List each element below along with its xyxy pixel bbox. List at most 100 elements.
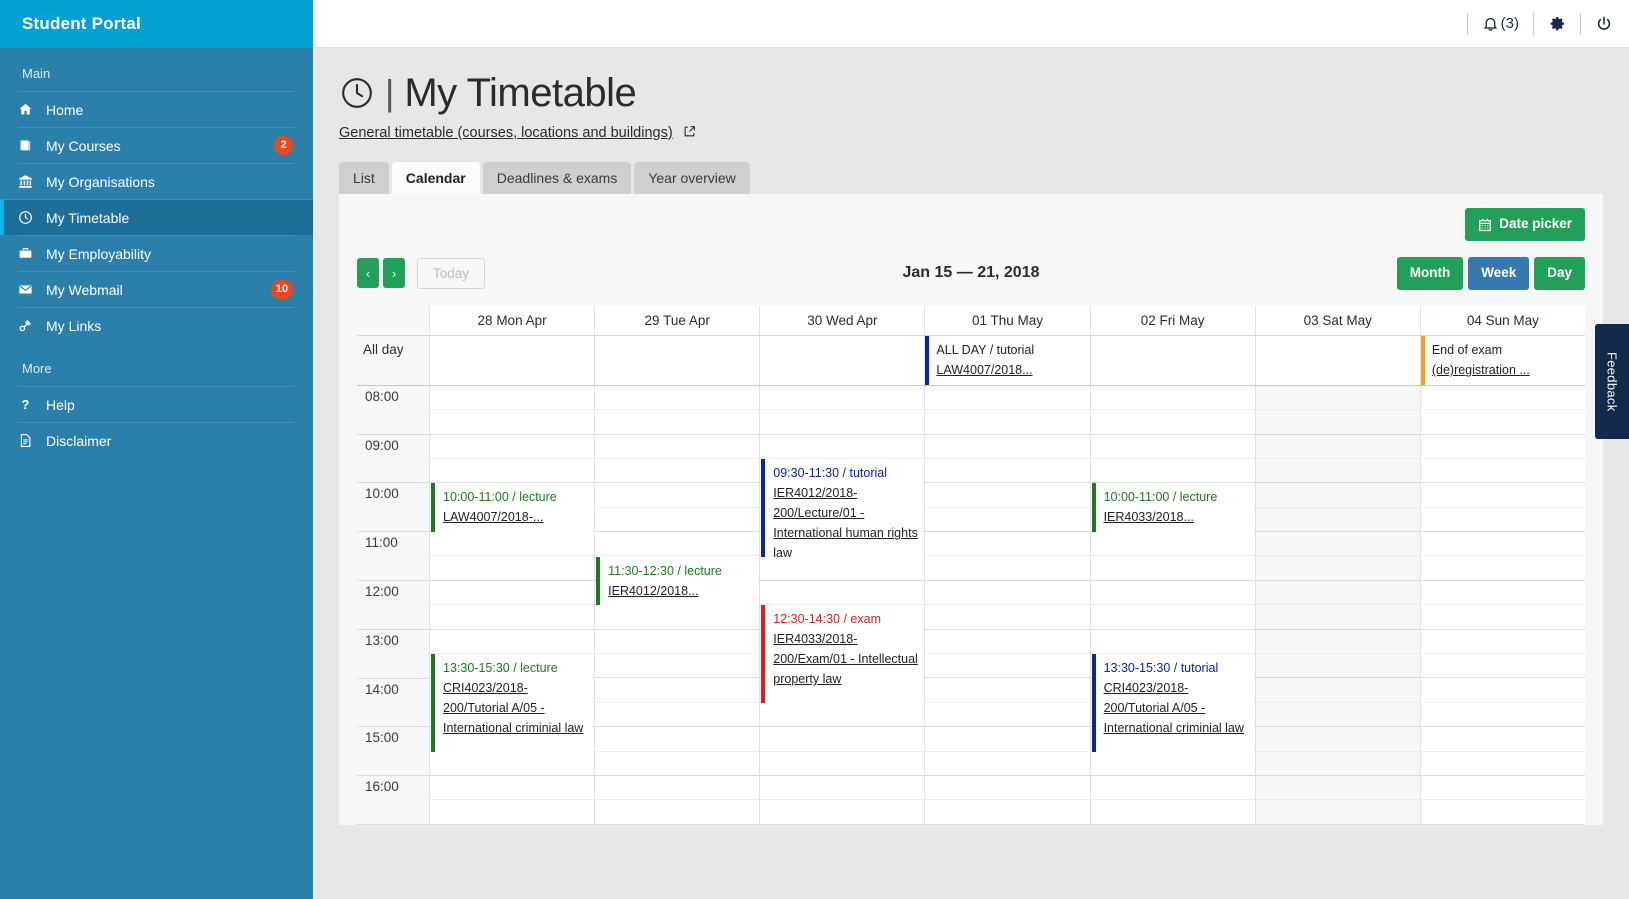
time-slot[interactable]	[925, 630, 1089, 654]
time-slot[interactable]	[1421, 410, 1585, 434]
time-slot[interactable]	[1091, 581, 1255, 605]
time-slot[interactable]	[1421, 630, 1585, 654]
tab-deadlines-exams[interactable]: Deadlines & exams	[483, 162, 632, 194]
all-day-cell[interactable]	[429, 336, 594, 385]
today-button[interactable]: Today	[417, 258, 485, 289]
time-slot[interactable]	[595, 630, 759, 654]
time-slot[interactable]	[430, 630, 594, 654]
time-slot[interactable]	[1421, 605, 1585, 629]
day-column[interactable]: 10:00-11:00 / lectureIER4033/2018... 13:3…	[1090, 386, 1255, 825]
time-slot[interactable]	[925, 654, 1089, 678]
time-slot[interactable]	[1091, 605, 1255, 629]
all-day-cell[interactable]	[1255, 336, 1420, 385]
next-week-button[interactable]: ›	[383, 258, 405, 288]
time-slot[interactable]	[595, 508, 759, 532]
time-slot[interactable]	[925, 703, 1089, 727]
time-slot[interactable]	[430, 410, 594, 434]
time-slot[interactable]	[1256, 483, 1420, 507]
time-slot[interactable]	[430, 752, 594, 776]
time-slot[interactable]	[925, 459, 1089, 483]
time-slot[interactable]	[925, 532, 1089, 556]
time-slot[interactable]	[595, 678, 759, 702]
time-slot[interactable]	[925, 605, 1089, 629]
time-slot[interactable]	[925, 800, 1089, 824]
time-slot[interactable]	[430, 776, 594, 800]
calendar-event[interactable]: 11:30-12:30 / lectureIER4012/2018...	[596, 557, 758, 606]
sidebar-item-help[interactable]: ?Help	[18, 386, 295, 422]
time-slot[interactable]	[760, 386, 924, 410]
calendar-event[interactable]: 10:00-11:00 / lectureLAW4007/2018-...	[431, 483, 593, 532]
time-slot[interactable]	[925, 581, 1089, 605]
day-column[interactable]: 10:00-11:00 / lectureLAW4007/2018-... 13:…	[429, 386, 594, 825]
time-slot[interactable]	[1421, 703, 1585, 727]
all-day-event[interactable]: ALL DAY / tutorialLAW4007/2018...	[925, 336, 1089, 385]
view-button-week[interactable]: Week	[1468, 257, 1529, 290]
calendar-event[interactable]: 13:30-15:30 / tutorialCRI4023/2018-200/T…	[1092, 654, 1254, 752]
time-slot[interactable]	[1421, 556, 1585, 580]
sidebar-item-my-employability[interactable]: My Employability	[18, 235, 295, 271]
time-slot[interactable]	[1091, 630, 1255, 654]
calendar-event[interactable]: 12:30-14:30 / examIER4033/2018-200/Exam/…	[761, 605, 923, 703]
time-slot[interactable]	[595, 654, 759, 678]
time-slot[interactable]	[760, 800, 924, 824]
time-slot[interactable]	[1256, 508, 1420, 532]
time-slot[interactable]	[1421, 508, 1585, 532]
time-slot[interactable]	[595, 435, 759, 459]
day-column[interactable]	[1420, 386, 1585, 825]
time-slot[interactable]	[430, 605, 594, 629]
time-slot[interactable]	[1256, 727, 1420, 751]
time-slot[interactable]	[1256, 581, 1420, 605]
time-slot[interactable]	[1091, 776, 1255, 800]
time-slot[interactable]	[1421, 654, 1585, 678]
time-slot[interactable]	[595, 776, 759, 800]
all-day-event[interactable]: End of exam(de)registration ...	[1421, 336, 1585, 385]
time-slot[interactable]	[430, 800, 594, 824]
time-slot[interactable]	[925, 776, 1089, 800]
time-slot[interactable]	[595, 459, 759, 483]
time-slot[interactable]	[1421, 459, 1585, 483]
time-slot[interactable]	[595, 386, 759, 410]
calendar-event[interactable]: 09:30-11:30 / tutorialIER4012/2018-200/L…	[761, 459, 923, 557]
time-slot[interactable]	[1421, 386, 1585, 410]
calendar-event[interactable]: 10:00-11:00 / lectureIER4033/2018...	[1092, 483, 1254, 532]
calendar-event[interactable]: 13:30-15:30 / lectureCRI4023/2018-200/Tu…	[431, 654, 593, 752]
time-slot[interactable]	[925, 752, 1089, 776]
day-column[interactable]: 09:30-11:30 / tutorialIER4012/2018-200/L…	[759, 386, 924, 825]
time-slot[interactable]	[1256, 800, 1420, 824]
time-slot[interactable]	[1421, 752, 1585, 776]
time-slot[interactable]	[760, 703, 924, 727]
time-slot[interactable]	[1421, 800, 1585, 824]
time-slot[interactable]	[925, 556, 1089, 580]
all-day-cell[interactable]	[759, 336, 924, 385]
time-slot[interactable]	[760, 776, 924, 800]
time-slot[interactable]	[1256, 410, 1420, 434]
time-slot[interactable]	[760, 581, 924, 605]
day-column[interactable]	[924, 386, 1089, 825]
time-slot[interactable]	[430, 581, 594, 605]
time-slot[interactable]	[1256, 752, 1420, 776]
time-slot[interactable]	[1091, 532, 1255, 556]
all-day-cell[interactable]: ALL DAY / tutorialLAW4007/2018...	[924, 336, 1089, 385]
time-slot[interactable]	[430, 556, 594, 580]
time-slot[interactable]	[1421, 581, 1585, 605]
time-slot[interactable]	[760, 752, 924, 776]
sidebar-item-my-timetable[interactable]: My Timetable	[0, 199, 313, 235]
sidebar-item-disclaimer[interactable]: Disclaimer	[18, 422, 295, 458]
time-slot[interactable]	[760, 435, 924, 459]
sidebar-item-my-webmail[interactable]: My Webmail10	[18, 271, 295, 307]
prev-week-button[interactable]: ‹	[357, 258, 379, 288]
sidebar-item-home[interactable]: Home	[18, 91, 295, 127]
sidebar-item-my-links[interactable]: My Links	[18, 307, 295, 343]
time-slot[interactable]	[595, 752, 759, 776]
time-slot[interactable]	[1256, 386, 1420, 410]
time-slot[interactable]	[925, 386, 1089, 410]
time-slot[interactable]	[760, 556, 924, 580]
time-slot[interactable]	[1256, 630, 1420, 654]
time-slot[interactable]	[1421, 776, 1585, 800]
time-slot[interactable]	[1091, 556, 1255, 580]
time-slot[interactable]	[1421, 727, 1585, 751]
time-slot[interactable]	[1091, 386, 1255, 410]
tab-list[interactable]: List	[339, 162, 389, 194]
sidebar-item-my-organisations[interactable]: My Organisations	[18, 163, 295, 199]
all-day-cell[interactable]	[594, 336, 759, 385]
